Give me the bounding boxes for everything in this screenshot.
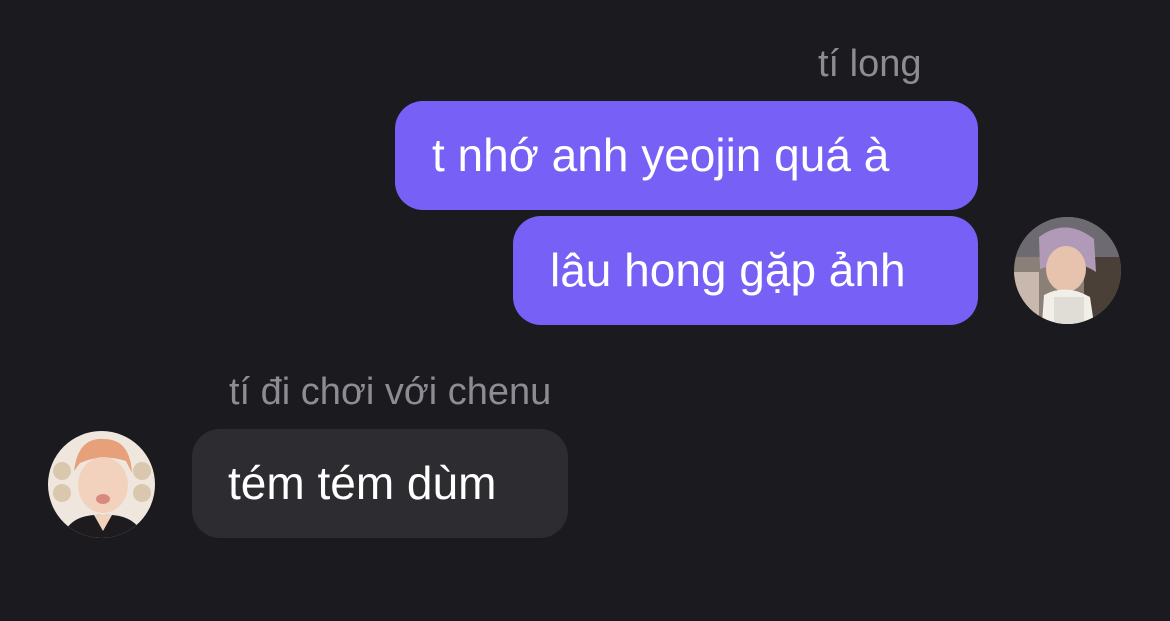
- incoming-sender-avatar[interactable]: [48, 431, 155, 538]
- outgoing-message-bubble[interactable]: t nhớ anh yeojin quá à: [395, 101, 978, 210]
- outgoing-message-bubble[interactable]: lâu hong gặp ảnh: [513, 216, 978, 325]
- incoming-sender-name: tí đi chơi với chenu: [229, 371, 552, 413]
- avatar-photo-outgoing: [1014, 217, 1121, 324]
- outgoing-sender-name: tí long: [818, 43, 922, 85]
- incoming-message-text: tém tém dùm: [228, 457, 497, 509]
- avatar-photo-incoming: [48, 431, 155, 538]
- outgoing-message-text: t nhớ anh yeojin quá à: [432, 129, 890, 181]
- outgoing-message-text: lâu hong gặp ảnh: [550, 244, 906, 296]
- incoming-message-bubble[interactable]: tém tém dùm: [192, 429, 568, 538]
- outgoing-sender-avatar[interactable]: [1014, 217, 1121, 324]
